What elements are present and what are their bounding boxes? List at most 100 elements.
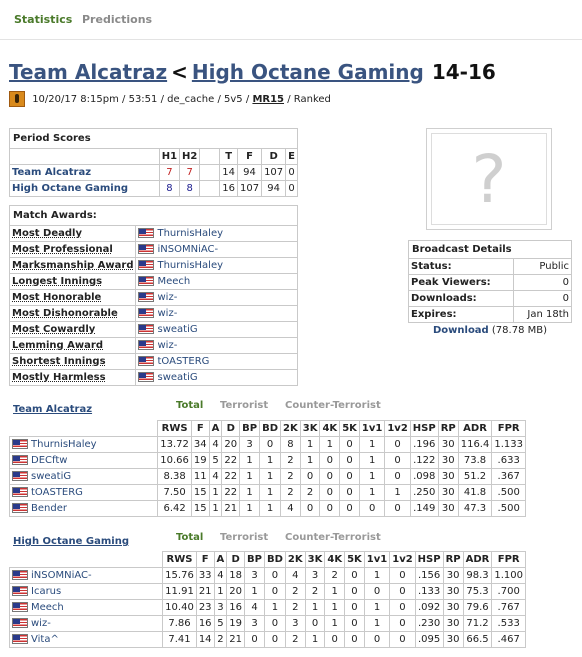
broadcast-value: 0	[513, 274, 572, 291]
award-name: Most Dishonorable	[8, 305, 137, 322]
stat-header-2k: 2K	[280, 420, 301, 437]
stat-hsp: .095	[414, 631, 444, 648]
stat-header-bp: BP	[244, 551, 265, 568]
stat-rp: 30	[437, 436, 459, 453]
us-flag-icon	[138, 292, 155, 302]
period-h2: 8	[179, 180, 201, 197]
stat-rp: 30	[442, 599, 464, 616]
us-flag-icon	[138, 260, 155, 270]
player-row: DECftw 10.66 19 5 22 1 1 2 1 0 0 1 0.122 30 73.8.633	[8, 452, 526, 469]
team2-stats-link[interactable]: High Octane Gaming	[13, 536, 129, 547]
award-player-link[interactable]: sweatiG	[157, 372, 197, 383]
stat-bd: 1	[259, 452, 282, 469]
us-flag-icon	[138, 340, 155, 350]
us-flag-icon	[138, 244, 155, 254]
period-team-link[interactable]: High Octane Gaming	[12, 183, 128, 194]
team1-tab-terrorist[interactable]: Terrorist	[220, 400, 268, 411]
period-scores-table: Period Scores H1 H2 T F D E Team Alcatra…	[9, 128, 298, 197]
period-total: 14	[219, 164, 238, 181]
match-mr[interactable]: MR15	[252, 94, 284, 105]
stat-hsp: .149	[409, 500, 439, 517]
stat-3k: 0	[299, 468, 321, 485]
team2-tab-terrorist[interactable]: Terrorist	[220, 532, 268, 543]
col-e: E	[285, 148, 298, 165]
award-player-link[interactable]: tOASTERG	[157, 356, 209, 367]
player-link[interactable]: iNSOMNiAC-	[31, 570, 92, 581]
period-team-link[interactable]: Team Alcatraz	[12, 167, 91, 178]
stat-rp: 30	[437, 452, 459, 469]
player-link[interactable]: DECftw	[31, 455, 67, 466]
stat-1v2: 0	[384, 452, 411, 469]
period-f: 94	[236, 164, 263, 181]
player-link[interactable]: Bender	[31, 503, 67, 514]
stat-header-1v1: 1v1	[363, 551, 391, 568]
stat-1v1: 1	[358, 452, 386, 469]
player-row: tOASTERG 7.50 15 1 22 1 1 2 2 0 0 1 1.250 30 41.8.500	[8, 484, 526, 501]
stat-header-fpr: FPR	[491, 420, 526, 437]
match-status: Ranked	[293, 94, 331, 105]
stat-header-adr: ADR	[457, 420, 493, 437]
stat-1v1: 1	[358, 484, 386, 501]
stat-fpr: 1.133	[491, 436, 526, 453]
us-flag-icon	[12, 602, 28, 612]
stat-bp: 3	[239, 436, 261, 453]
stat-2k: 8	[280, 436, 301, 453]
match-date: 10/20/17 8:15pm	[32, 94, 119, 105]
team2-tab-ct[interactable]: Counter-Terrorist	[285, 532, 381, 543]
stat-4k: 0	[319, 500, 341, 517]
award-name: Most Professional	[8, 241, 137, 258]
us-flag-icon	[12, 634, 28, 644]
team2-tab-total[interactable]: Total	[176, 532, 203, 543]
player-link[interactable]: Icarus	[31, 586, 61, 597]
us-flag-icon	[138, 308, 155, 318]
stat-adr: 73.8	[457, 452, 493, 469]
broadcast-key: Expires:	[407, 306, 515, 323]
stat-4k: 0	[319, 484, 341, 501]
team1-tab-total[interactable]: Total	[176, 400, 203, 411]
award-player-link[interactable]: Meech	[157, 276, 190, 287]
award-name: Mostly Harmless	[8, 369, 137, 386]
stat-2k: 4	[284, 567, 306, 584]
player-link[interactable]: sweatiG	[31, 471, 71, 482]
stat-fpr: 1.100	[491, 567, 526, 584]
stat-3k: 1	[304, 599, 326, 616]
stat-hsp: .250	[409, 484, 439, 501]
stat-1v2: 0	[384, 500, 411, 517]
award-player-link[interactable]: sweatiG	[157, 324, 197, 335]
award-player-link[interactable]: ThurnisHaley	[157, 260, 223, 271]
player-link[interactable]: ThurnisHaley	[31, 439, 97, 450]
stat-a: 1	[208, 484, 223, 501]
stat-hsp: .098	[409, 468, 439, 485]
download-link[interactable]: Download	[433, 325, 489, 336]
team1-link[interactable]: Team Alcatraz	[9, 60, 167, 84]
stat-f: 23	[195, 599, 215, 616]
team1-tab-ct[interactable]: Counter-Terrorist	[285, 400, 381, 411]
us-flag-icon	[12, 439, 28, 449]
tab-statistics[interactable]: Statistics	[14, 13, 72, 26]
stat-5k: 0	[344, 631, 365, 648]
stat-bd: 0	[263, 583, 286, 600]
stat-header-3k: 3K	[304, 551, 326, 568]
stat-4k: 1	[324, 599, 346, 616]
award-player-link[interactable]: wiz-	[157, 340, 177, 351]
player-link[interactable]: wiz-	[31, 618, 51, 629]
stat-bp: 1	[239, 452, 261, 469]
stat-4k: 2	[324, 567, 346, 584]
award-player-link[interactable]: wiz-	[157, 308, 177, 319]
player-link[interactable]: Vita^	[31, 634, 59, 645]
stat-fpr: .467	[491, 631, 526, 648]
stat-bp: 4	[244, 599, 265, 616]
team2-link[interactable]: High Octane Gaming	[192, 60, 424, 84]
broadcast-value: Public	[513, 258, 572, 275]
team1-stats-link[interactable]: Team Alcatraz	[13, 404, 92, 415]
player-link[interactable]: Meech	[31, 602, 64, 613]
tab-predictions[interactable]: Predictions	[82, 13, 152, 26]
award-player-link[interactable]: wiz-	[157, 292, 177, 303]
stat-rp: 30	[442, 615, 464, 632]
award-player-link[interactable]: ThurnisHaley	[157, 228, 223, 239]
award-player-link[interactable]: iNSOMNiAC-	[157, 244, 218, 255]
stat-header-1v2: 1v2	[389, 551, 416, 568]
period-row: High Octane Gaming 8 8 16 107 94 0	[9, 180, 298, 197]
player-link[interactable]: tOASTERG	[31, 487, 83, 498]
stat-f: 11	[190, 468, 210, 485]
